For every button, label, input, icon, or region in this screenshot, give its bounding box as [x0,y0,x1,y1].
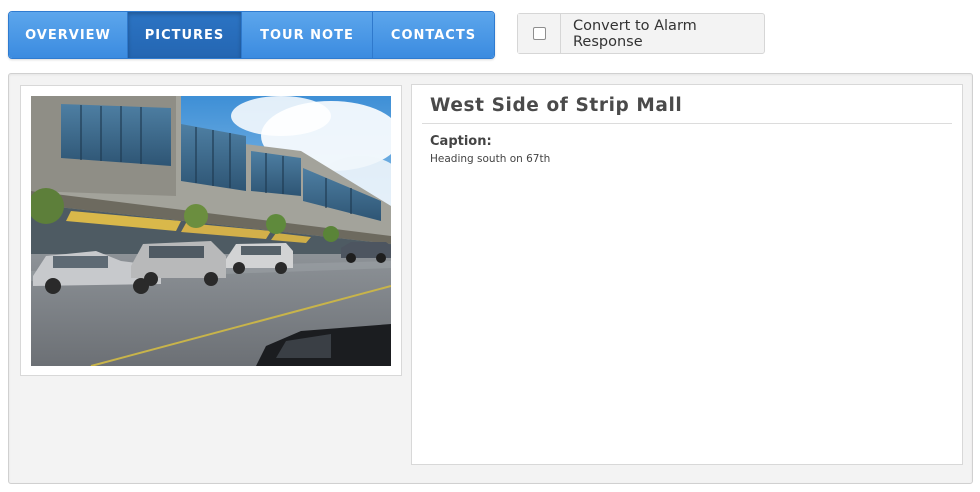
tab-pictures[interactable]: PICTURES [128,12,242,58]
photo-frame [20,85,402,376]
title-divider [422,123,952,124]
pictures-panel: West Side of Strip Mall Caption: Heading… [8,73,973,484]
picture-detail: West Side of Strip Mall Caption: Heading… [411,84,963,465]
tab-tour-note[interactable]: TOUR NOTE [242,12,373,58]
caption-text: Heading south on 67th [430,153,551,165]
strip-mall-photo[interactable] [31,96,391,366]
alarm-checkbox-cell[interactable] [518,14,561,53]
picture-title: West Side of Strip Mall [430,95,683,116]
section-tabs: OVERVIEW PICTURES TOUR NOTE CONTACTS [8,11,495,59]
photo-image [31,96,391,366]
tab-contacts[interactable]: CONTACTS [373,12,494,58]
caption-label: Caption: [430,134,492,149]
alarm-response-label[interactable]: Convert to Alarm Response [561,14,764,53]
alarm-response-toggle[interactable]: Convert to Alarm Response [517,13,765,54]
alarm-response-checkbox[interactable] [532,27,546,40]
tab-overview[interactable]: OVERVIEW [9,12,128,58]
